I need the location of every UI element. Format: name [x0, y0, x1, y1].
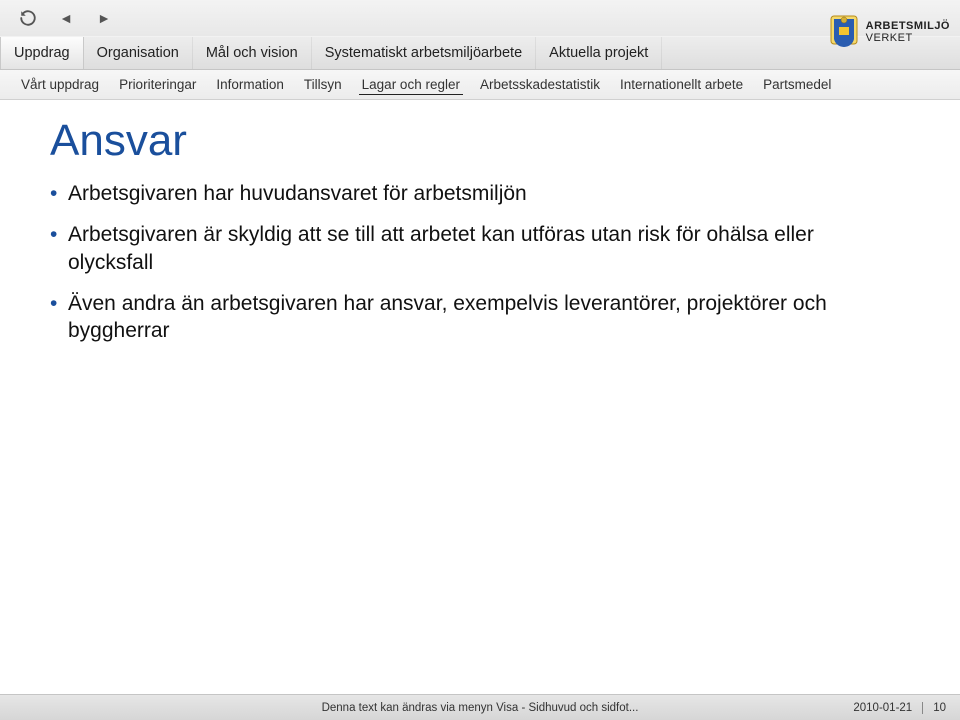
- prev-icon: ◄: [59, 10, 73, 26]
- main-tab-label: Organisation: [97, 45, 179, 61]
- sub-tab-information[interactable]: Information: [213, 75, 287, 94]
- bullet-list: Arbetsgivaren har huvudansvaret för arbe…: [50, 180, 910, 344]
- sub-tab-label: Internationellt arbete: [620, 77, 743, 92]
- refresh-button[interactable]: [18, 8, 38, 28]
- footer-bar: Denna text kan ändras via menyn Visa - S…: [0, 694, 960, 720]
- sub-tab-arbetsskadestatistik[interactable]: Arbetsskadestatistik: [477, 75, 603, 94]
- main-tab-organisation[interactable]: Organisation: [84, 37, 193, 69]
- sub-tab-prioriteringar[interactable]: Prioriteringar: [116, 75, 199, 94]
- footer-center-text: Denna text kan ändras via menyn Visa - S…: [322, 702, 639, 714]
- main-nav: Uppdrag Organisation Mål och vision Syst…: [0, 36, 960, 70]
- crest-icon: [830, 15, 858, 49]
- main-tab-label: Systematiskt arbetsmiljöarbete: [325, 45, 522, 61]
- main-tab-sam[interactable]: Systematiskt arbetsmiljöarbete: [312, 37, 536, 69]
- content-area: Ansvar Arbetsgivaren har huvudansvaret f…: [0, 100, 960, 720]
- page-title: Ansvar: [50, 116, 910, 166]
- sub-nav: Vårt uppdrag Prioriteringar Information …: [0, 70, 960, 100]
- logo-line1: ARBETSMILJÖ: [866, 20, 950, 32]
- sub-tab-tillsyn[interactable]: Tillsyn: [301, 75, 345, 94]
- sub-tab-lagar-regler[interactable]: Lagar och regler: [359, 75, 463, 95]
- main-tab-aktuella[interactable]: Aktuella projekt: [536, 37, 662, 69]
- sub-tab-label: Partsmedel: [763, 77, 831, 92]
- bullet-item: Arbetsgivaren har huvudansvaret för arbe…: [50, 180, 830, 207]
- next-icon: ►: [97, 10, 111, 26]
- agency-logo: ARBETSMILJÖ VERKET: [830, 15, 950, 49]
- main-tab-label: Uppdrag: [14, 45, 70, 61]
- sub-tab-label: Tillsyn: [304, 77, 342, 92]
- main-tab-label: Mål och vision: [206, 45, 298, 61]
- sub-tab-partsmedel[interactable]: Partsmedel: [760, 75, 834, 94]
- playback-bar: ◄ ►: [0, 0, 960, 36]
- sub-tab-label: Information: [216, 77, 284, 92]
- sub-tab-label: Vårt uppdrag: [21, 77, 99, 92]
- main-tab-uppdrag[interactable]: Uppdrag: [0, 37, 84, 69]
- sub-tab-label: Lagar och regler: [362, 77, 460, 92]
- sub-tab-internationellt[interactable]: Internationellt arbete: [617, 75, 746, 94]
- main-tab-label: Aktuella projekt: [549, 45, 648, 61]
- sub-tab-label: Arbetsskadestatistik: [480, 77, 600, 92]
- bullet-item: Även andra än arbetsgivaren har ansvar, …: [50, 290, 830, 345]
- slide: ◄ ► Uppdrag Organisation Mål och vision …: [0, 0, 960, 720]
- main-tab-mal-vision[interactable]: Mål och vision: [193, 37, 312, 69]
- prev-button[interactable]: ◄: [56, 8, 76, 28]
- divider: [922, 702, 923, 714]
- next-button[interactable]: ►: [94, 8, 114, 28]
- footer-page-number: 10: [933, 702, 946, 714]
- footer-date: 2010-01-21: [853, 702, 912, 714]
- refresh-icon: [19, 9, 37, 27]
- bullet-item: Arbetsgivaren är skyldig att se till att…: [50, 221, 830, 276]
- sub-tab-vart-uppdrag[interactable]: Vårt uppdrag: [18, 75, 102, 94]
- logo-line2: VERKET: [866, 32, 950, 44]
- sub-tab-label: Prioriteringar: [119, 77, 196, 92]
